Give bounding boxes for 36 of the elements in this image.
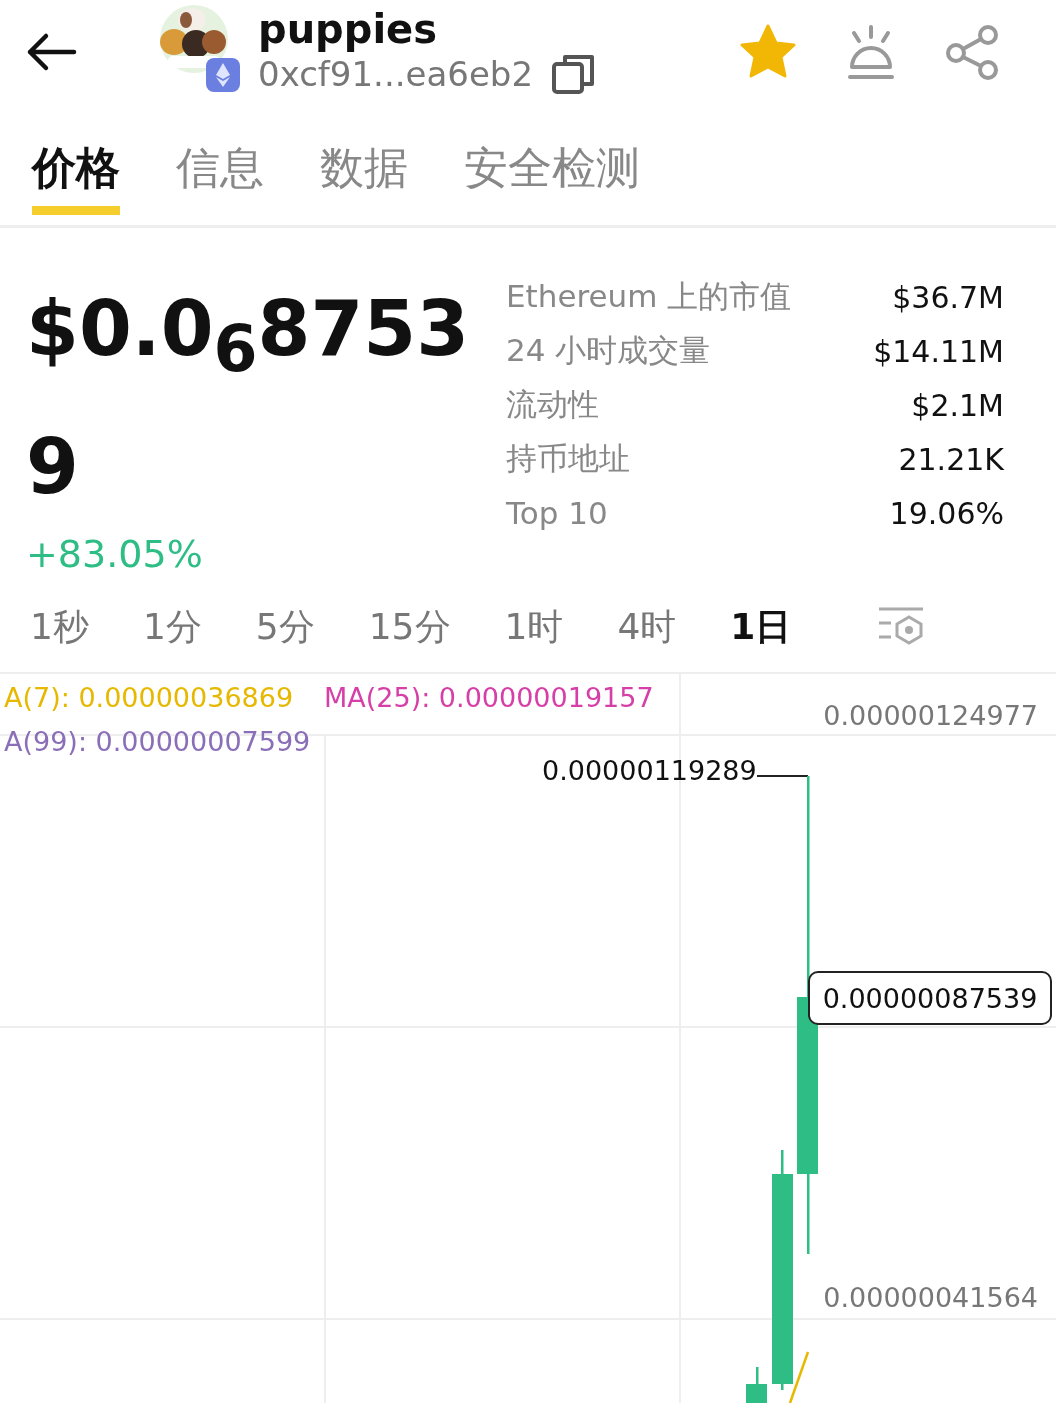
stat-label: 24 小时成交量 [506, 331, 711, 370]
stat-value: $36.7M [892, 279, 1004, 315]
interval-tab[interactable]: 1秒 [30, 602, 89, 652]
stat-label: Top 10 [506, 495, 608, 531]
indicator-label: A(7): 0.00000036869 [4, 682, 294, 713]
interval-tab[interactable]: 1日 [730, 602, 792, 652]
stat-label: Ethereum 上的市值 [506, 277, 792, 316]
interval-tab[interactable]: 4时 [617, 602, 677, 652]
stat-label: 流动性 [506, 385, 599, 424]
stat-value: $2.1M [911, 387, 1004, 423]
candlestick [746, 1367, 767, 1403]
axis-label: 0.00000124977 [823, 700, 1038, 731]
moving-average-line [788, 1351, 810, 1403]
interval-tab[interactable]: 1时 [504, 602, 564, 652]
interval-tab[interactable]: 15分 [368, 602, 451, 652]
stat-value: 21.21K [898, 441, 1004, 477]
high-price-label: 0.00000119289 [542, 755, 757, 786]
stat-value: $14.11M [873, 333, 1004, 369]
ethereum-icon [206, 58, 240, 92]
axis-label: 0.00000041564 [823, 1282, 1038, 1313]
stat-value: 19.06% [889, 495, 1004, 531]
indicator-label: MA(25): 0.00000019157 [324, 682, 654, 713]
tab[interactable]: 数据 [320, 122, 408, 215]
current-price-tag: 0.00000087539 [808, 971, 1052, 1025]
indicator-label: A(99): 0.00000007599 [4, 726, 311, 757]
price-change: +83.05% [26, 532, 204, 577]
tab[interactable]: 安全检测 [464, 122, 640, 215]
interval-tab[interactable]: 5分 [255, 602, 315, 652]
token-title: puppies [258, 7, 439, 51]
price-leader-line [756, 775, 809, 777]
contract-address: 0xcf91...ea6eb2 [258, 54, 534, 94]
stat-label: 持币地址 [506, 439, 630, 478]
alert-bell-icon[interactable] [846, 23, 896, 81]
interval-tab[interactable]: 1分 [142, 602, 202, 652]
price-value: $0.0$_{6}$87539 [26, 283, 471, 514]
tab[interactable]: 信息 [176, 122, 264, 215]
